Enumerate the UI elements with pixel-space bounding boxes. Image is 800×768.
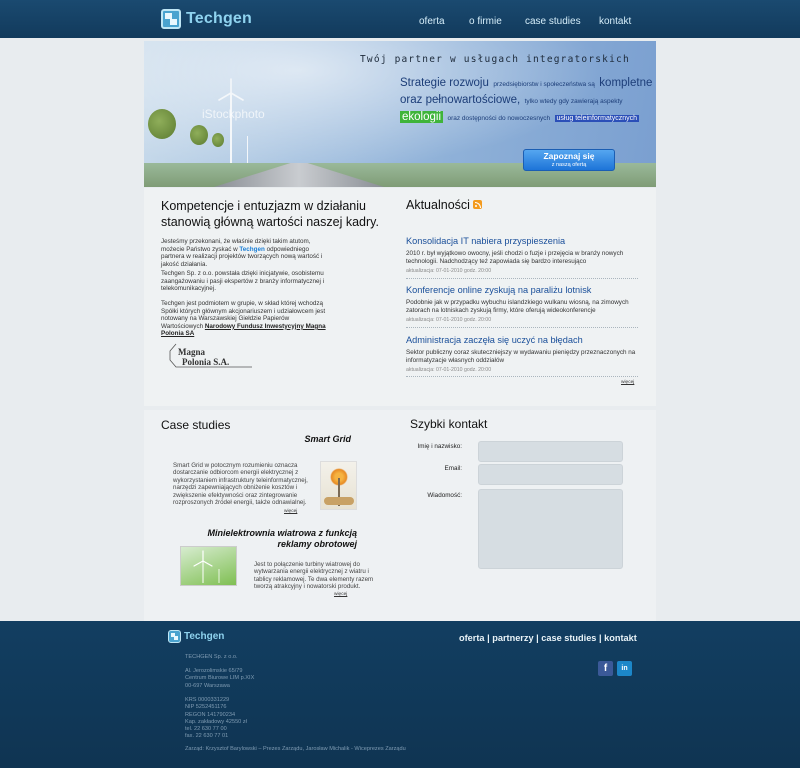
- eco-highlight: ekologii: [400, 111, 443, 123]
- techgen-link[interactable]: Techgen: [239, 246, 264, 253]
- news-divider: [406, 327, 638, 328]
- contact-title: Szybki kontakt: [410, 417, 488, 431]
- rss-icon[interactable]: [473, 200, 482, 209]
- wind-turbine-icon: [193, 550, 220, 583]
- case-title-smart-grid[interactable]: Smart Grid: [270, 434, 351, 445]
- case-body-smart-grid: Smart Grid w potocznym rozumieniu oznacz…: [173, 462, 308, 507]
- name-label: Imię i nazwisko:: [417, 443, 462, 450]
- linkedin-icon[interactable]: in: [617, 661, 632, 676]
- company-board: Zarząd: Krzysztof Barylowski – Prezes Za…: [185, 746, 406, 752]
- smart-grid-thumbnail[interactable]: [320, 461, 357, 510]
- news-headline[interactable]: Administracja zaczęła się uczyć na błęda…: [406, 335, 638, 346]
- news-item: Konferencje online zyskują na paraliżu l…: [406, 285, 638, 323]
- footer-nav-kontakt[interactable]: kontakt: [604, 633, 637, 643]
- nav-kontakt[interactable]: kontakt: [599, 16, 631, 27]
- news-divider: [406, 278, 638, 279]
- nav-o-firmie[interactable]: o firmie: [469, 16, 502, 27]
- news-headline[interactable]: Konferencje online zyskują na paraliżu l…: [406, 285, 638, 296]
- logo-icon: [168, 630, 181, 643]
- news-body: Podobnie jak w przypadku wybuchu islandz…: [406, 299, 629, 314]
- about-paragraph-1: Jesteśmy przekonani, że właśnie dzięki t…: [161, 238, 323, 268]
- case-more-link[interactable]: więcej: [284, 509, 297, 514]
- footer-logo[interactable]: Techgen: [168, 630, 224, 643]
- nav-case-studies[interactable]: case studies: [525, 16, 581, 27]
- company-address: Al. Jerozolimskie 65/79 Centrum Biurowe …: [185, 668, 255, 689]
- tree-icon: [190, 125, 208, 145]
- news-body: 2010 r. był wyjątkowo owocny, jeśli chod…: [406, 250, 624, 265]
- wind-plant-thumbnail[interactable]: [180, 546, 237, 586]
- news-headline[interactable]: Konsolidacja IT nabiera przyspieszenia: [406, 236, 638, 247]
- message-label: Wiadomość:: [427, 492, 462, 499]
- tree-icon: [148, 109, 176, 139]
- footer-nav-partnerzy[interactable]: partnerzy: [492, 633, 533, 643]
- news-date: aktualizacja: 07-01-2010 godz. 20:00: [406, 268, 492, 274]
- email-field[interactable]: [478, 464, 623, 485]
- facebook-icon[interactable]: f: [598, 661, 613, 676]
- company-name: TECHGEN Sp. z o.o.: [185, 654, 238, 660]
- news-body: Sektor publiczny coraz skuteczniejszy w …: [406, 349, 636, 364]
- hero-banner: iStockphoto Twój partner w usługach inte…: [144, 41, 656, 187]
- company-registry: KRS 0000331229 NIP 5252451176 REGON 1417…: [185, 697, 247, 740]
- hero-watermark: iStockphoto: [202, 107, 265, 121]
- main-nav: oferta o firmie case studies kontakt: [0, 16, 800, 30]
- case-body-wind-plant: Jest to połączenie turbiny wiatrowej do …: [254, 561, 374, 591]
- footer-nav: oferta | partnerzy | case studies | kont…: [459, 633, 637, 643]
- offer-cta-button[interactable]: Zapoznaj się z naszą ofertą: [523, 149, 615, 171]
- footer-nav-case-studies[interactable]: case studies: [541, 633, 596, 643]
- name-field[interactable]: [478, 441, 623, 462]
- about-paragraph-3: Techgen jest podmiotem w grupie, w skład…: [161, 300, 326, 338]
- email-label: Email:: [444, 465, 463, 472]
- news-title: Aktualności: [406, 198, 470, 212]
- nav-oferta[interactable]: oferta: [419, 16, 445, 27]
- news-more-link[interactable]: więcej: [621, 380, 634, 385]
- case-more-link[interactable]: więcej: [334, 592, 347, 597]
- wind-turbine-icon: [247, 136, 248, 163]
- magna-polonia-logo[interactable]: Magna Polonia S.A.: [168, 343, 254, 368]
- about-paragraph-2: Techgen Sp. z o.o. powstała dzięki inicj…: [161, 270, 325, 293]
- message-field[interactable]: [478, 489, 623, 569]
- news-divider: [406, 376, 638, 377]
- news-item: Administracja zaczęła się uczyć na błęda…: [406, 335, 638, 373]
- tele-highlight: usług teleinformatycznych: [554, 115, 640, 122]
- about-title: Kompetencje i entuzjazm w działaniu stan…: [161, 199, 379, 229]
- hero-text: Strategie rozwoju przedsiębiorstw i społ…: [400, 77, 653, 123]
- tree-icon: [212, 133, 224, 147]
- news-item: Konsolidacja IT nabiera przyspieszenia 2…: [406, 236, 638, 274]
- hero-tagline: Twój partner w usługach integratorskich: [360, 54, 630, 65]
- news-date: aktualizacja: 07-01-2010 godz. 20:00: [406, 367, 492, 373]
- footer-nav-oferta[interactable]: oferta: [459, 633, 485, 643]
- news-date: aktualizacja: 07-01-2010 godz. 20:00: [406, 317, 492, 323]
- turbine-blades-icon: [218, 78, 244, 101]
- case-studies-title: Case studies: [161, 418, 231, 432]
